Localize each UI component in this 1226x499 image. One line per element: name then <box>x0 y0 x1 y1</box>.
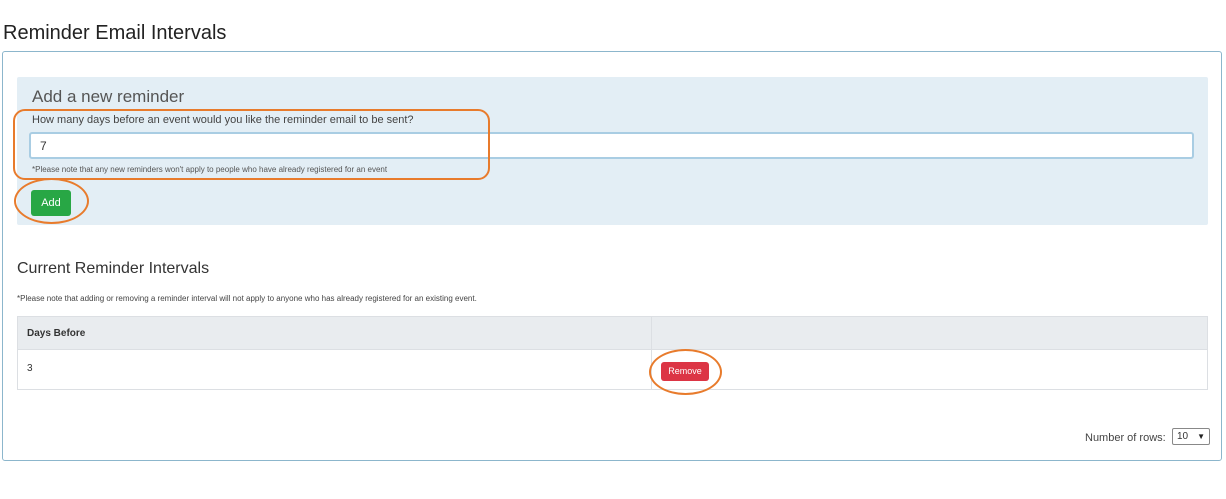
days-before-input[interactable] <box>29 132 1194 159</box>
intervals-table: Days Before 3 Remove <box>17 316 1208 390</box>
current-intervals-title: Current Reminder Intervals <box>17 260 210 277</box>
page-title: Reminder Email Intervals <box>3 22 227 44</box>
remove-button[interactable]: Remove <box>661 362 709 381</box>
add-button[interactable]: Add <box>31 190 71 216</box>
column-divider <box>651 317 652 389</box>
reminder-panel: Add a new reminder How many days before … <box>2 51 1222 461</box>
days-before-label: How many days before an event would you … <box>32 114 414 126</box>
chevron-down-icon: ▼ <box>1197 432 1205 441</box>
add-reminder-note: *Please note that any new reminders won'… <box>32 165 388 174</box>
column-header-days-before: Days Before <box>27 328 86 339</box>
add-reminder-title: Add a new reminder <box>32 87 185 106</box>
add-reminder-section: Add a new reminder How many days before … <box>17 77 1208 225</box>
table-header: Days Before <box>18 317 1207 350</box>
days-before-cell: 3 <box>27 363 33 374</box>
rows-per-page-select[interactable]: 10 ▼ <box>1172 428 1210 445</box>
rows-per-page-value: 10 <box>1177 431 1189 442</box>
rows-per-page-label: Number of rows: <box>1085 432 1166 444</box>
current-intervals-note: *Please note that adding or removing a r… <box>17 294 477 303</box>
